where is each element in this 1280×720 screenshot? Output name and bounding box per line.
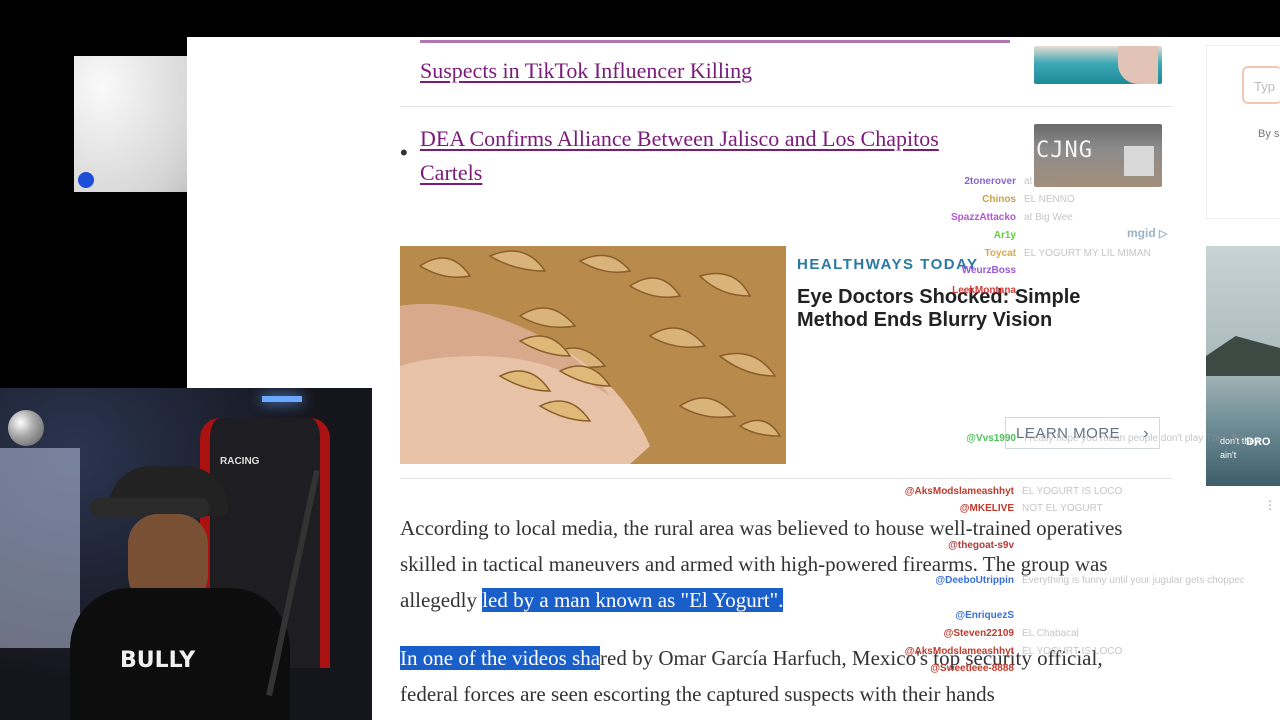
ad-network-label[interactable]: mgid ▷ — [1127, 226, 1167, 240]
paragraph-1: According to local media, the rural area… — [400, 510, 1160, 618]
chat-text: EL YOGURT IS LOCO — [1022, 486, 1123, 497]
chat-username: WeurzBoss — [961, 265, 1016, 276]
ad-image[interactable] — [400, 246, 786, 464]
chat-username: @AksModslameashhyt — [904, 486, 1014, 497]
chat-text: at Big Wee — [1024, 212, 1073, 223]
chat-message: @Vvs1990 — [896, 433, 1016, 444]
chat-text: EL NENNO — [1024, 194, 1075, 205]
chat-message: @thegoat-s9v — [894, 540, 1014, 551]
chat-message: @AksModslameashhyt — [894, 486, 1014, 497]
chat-username: @AksModslameashhyt — [904, 646, 1014, 657]
chat-message: @AksModslameashhyt — [894, 646, 1014, 657]
streamer: BULLY — [60, 438, 290, 720]
bullet-marker: • — [400, 140, 408, 165]
chat-message: Chinos — [896, 194, 1016, 205]
chat-username: Ar1y — [993, 230, 1016, 241]
sidebar-video-ad[interactable]: DRO don't they ain't — [1206, 246, 1280, 486]
chat-username: Toycat — [984, 248, 1017, 259]
chat-message: SpazzAttacko — [896, 212, 1016, 223]
chat-username: @EnriquezS — [955, 610, 1014, 621]
chat-message: 2tonerover — [896, 176, 1016, 187]
chat-username: LeekMontana — [952, 285, 1016, 296]
previous-headline-link[interactable]: Suspects in TikTok Influencer Killing — [420, 54, 752, 88]
chat-username: @Vvs1990 — [966, 433, 1016, 444]
chat-text: EL YOGURT IS LOCO — [1022, 646, 1123, 657]
chat-username: 2tonerover — [964, 176, 1016, 187]
chat-username: @Steven22109 — [943, 628, 1014, 639]
chat-message: @MKELIVE — [894, 503, 1014, 514]
chat-message: @Steven22109 — [894, 628, 1014, 639]
chat-text: I really hope you mean people don't play… — [1024, 433, 1244, 444]
chat-username: @Sweetleee-8888 — [930, 663, 1014, 674]
ad-choices-icon[interactable]: ▷ — [1159, 228, 1167, 240]
chat-text: EL YOGURT MY LIL MIMAN — [1024, 248, 1151, 259]
chat-message: @Sweetleee-8888 — [894, 663, 1014, 674]
chat-username: @thegoat-s9v — [948, 540, 1014, 551]
chat-username: SpazzAttacko — [950, 212, 1016, 223]
chat-message: Ar1y — [896, 230, 1016, 241]
chat-username: @MKELIVE — [959, 503, 1014, 514]
paragraph-2-highlight: In one of the videos sha — [400, 646, 601, 670]
divider-1 — [400, 106, 1172, 107]
chat-message: @EnriquezS — [894, 610, 1014, 621]
thumbnail-graffiti-text: CJNG — [1036, 138, 1093, 163]
chat-username: @DeeboUtrippin — [935, 575, 1014, 586]
shirt-graphic: BULLY — [120, 648, 196, 673]
sidebar-search-input[interactable]: Typ — [1242, 66, 1280, 104]
paragraph-1-highlight: led by a man known as "El Yogurt". — [482, 588, 784, 612]
webcam-main: RACING BULLY — [0, 388, 372, 720]
chat-message: Toycat — [896, 248, 1017, 259]
chat-message: LeekMontana — [896, 285, 1016, 296]
chat-text: at bebe — [1024, 176, 1058, 187]
record-dot-icon — [78, 172, 94, 188]
more-options-icon[interactable]: ⋮ — [1264, 498, 1276, 512]
chat-text: NOT EL YOGURT — [1022, 503, 1103, 514]
thumbnail-image-1[interactable] — [1034, 46, 1162, 84]
sidebar-by-text: By s — [1258, 128, 1280, 140]
disco-ball-icon — [8, 410, 44, 446]
chat-username: Chinos — [982, 194, 1016, 205]
chat-text: EL Chabacal — [1022, 628, 1079, 639]
divider-2 — [400, 478, 1172, 479]
chat-text: Everything is funny until your jugular g… — [1022, 575, 1244, 586]
chat-message: WeurzBoss — [896, 265, 1016, 276]
chat-message: @DeeboUtrippin — [894, 575, 1014, 586]
